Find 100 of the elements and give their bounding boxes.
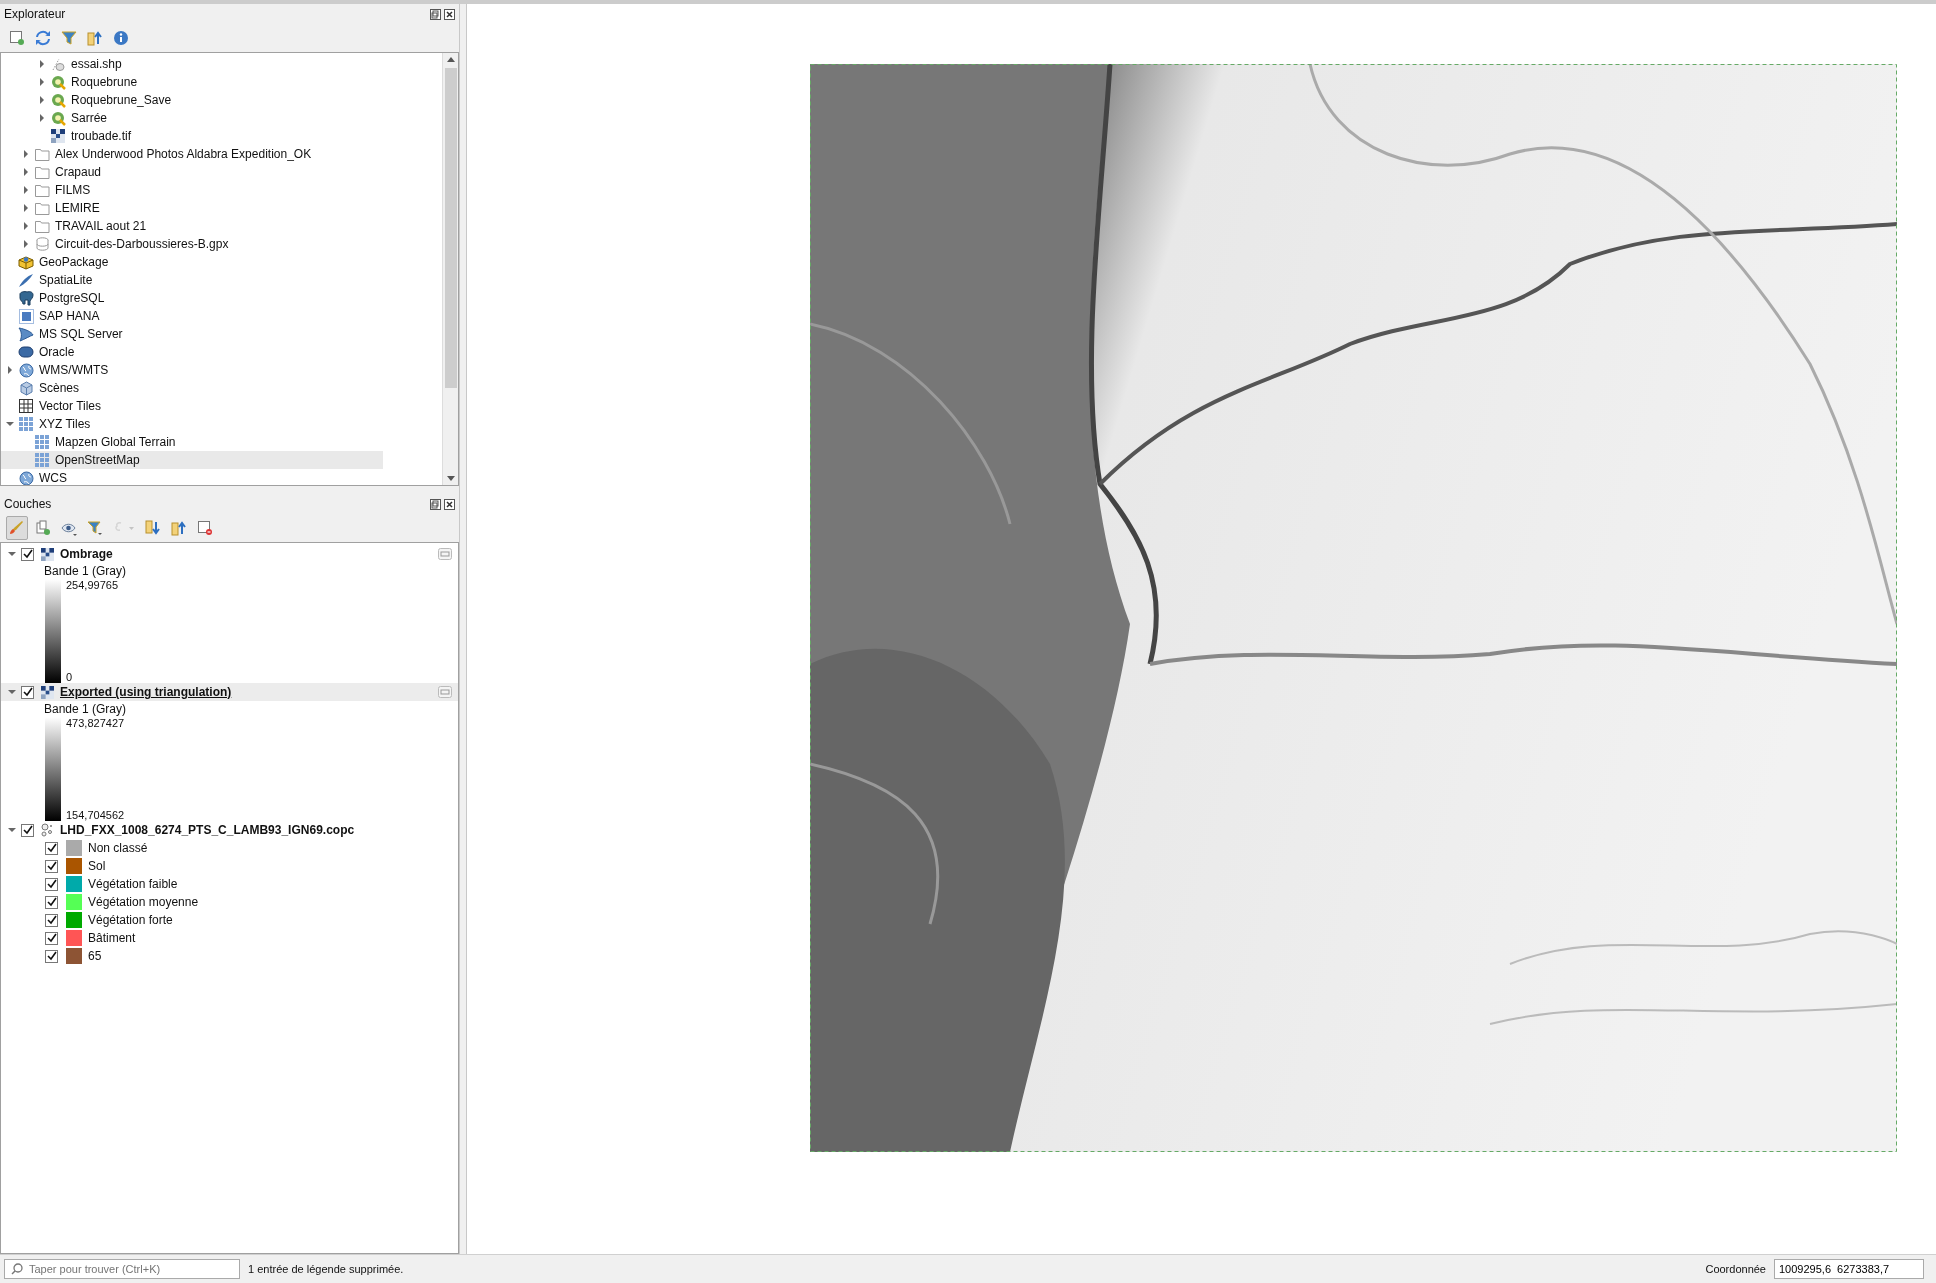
collapsed-arrow-icon[interactable] [22, 186, 30, 194]
layer-checkbox[interactable] [21, 823, 34, 837]
ramp-max-value: 473,827427 [66, 717, 125, 729]
browser-item[interactable]: GeoPackage [1, 253, 383, 271]
folder-icon [34, 147, 50, 161]
browser-item[interactable]: OpenStreetMap [1, 451, 383, 469]
collapsed-arrow-icon[interactable] [22, 222, 30, 230]
panel-title: Explorateur [4, 7, 66, 21]
float-icon[interactable] [430, 8, 441, 20]
close-icon[interactable] [444, 498, 455, 510]
project-icon [50, 92, 66, 108]
browser-item[interactable]: Sarrée [1, 109, 383, 127]
browser-item[interactable]: WCS [1, 469, 383, 485]
scrollbar-thumb[interactable] [444, 68, 457, 388]
browser-item[interactable]: troubade.tif [1, 127, 383, 145]
browser-item[interactable]: Oracle [1, 343, 383, 361]
raster-icon [40, 685, 54, 699]
info-icon [113, 30, 129, 46]
tiles-icon [35, 435, 49, 449]
class-label: Végétation forte [88, 913, 173, 927]
browser-item[interactable]: Roquebrune_Save [1, 91, 383, 109]
layer-checkbox[interactable] [21, 685, 34, 699]
raster-icon [51, 129, 65, 143]
expanded-arrow-icon[interactable] [8, 688, 16, 696]
browser-item[interactable]: MS SQL Server [1, 325, 383, 343]
layer-row[interactable]: Exported (using triangulation) [1, 683, 458, 701]
layer-name: Ombrage [60, 547, 113, 561]
class-label: Sol [88, 859, 106, 873]
collapsed-arrow-icon[interactable] [22, 168, 30, 176]
coordinate-label: Coordonnée [1705, 1263, 1766, 1275]
band-label: Bande 1 (Gray) [43, 701, 128, 717]
scroll-up-icon[interactable] [446, 57, 455, 62]
scrollbar[interactable] [442, 53, 458, 485]
browser-item[interactable]: XYZ Tiles [1, 415, 383, 433]
project-icon [50, 74, 66, 90]
browser-item[interactable]: LEMIRE [1, 199, 383, 217]
collapsed-arrow-icon[interactable] [6, 366, 14, 374]
globe-icon [18, 362, 34, 378]
grid-icon [19, 399, 33, 413]
collapsed-arrow-icon[interactable] [38, 96, 46, 104]
panel-title: Couches [4, 497, 52, 511]
close-icon[interactable] [444, 8, 455, 20]
browser-item[interactable]: Roquebrune [1, 73, 383, 91]
ramp-max-value: 254,99765 [66, 579, 118, 591]
class-checkbox[interactable] [45, 931, 58, 945]
expanded-arrow-icon[interactable] [8, 550, 16, 558]
expanded-arrow-icon[interactable] [8, 826, 16, 834]
browser-item[interactable]: FILMS [1, 181, 383, 199]
class-checkbox[interactable] [45, 841, 58, 855]
collapsed-arrow-icon[interactable] [38, 114, 46, 122]
raster-icon [40, 547, 54, 561]
class-checkbox[interactable] [45, 859, 58, 873]
project-icon [50, 110, 66, 126]
browser-item[interactable]: essai.shp [1, 55, 383, 73]
class-checkbox[interactable] [45, 895, 58, 909]
locator-search-field[interactable]: Taper pour trouver (Ctrl+K) [4, 1259, 240, 1279]
browser-item[interactable]: SAP HANA [1, 307, 383, 325]
browser-item[interactable]: Mapzen Global Terrain [1, 433, 383, 451]
search-icon [11, 1263, 23, 1275]
map-canvas[interactable] [467, 4, 1936, 1254]
browser-item[interactable]: Vector Tiles [1, 397, 383, 415]
ramp-min-value: 154,704562 [66, 809, 125, 821]
browser-item[interactable]: TRAVAIL aout 21 [1, 217, 383, 235]
browser-item[interactable]: Crapaud [1, 163, 383, 181]
collapsed-arrow-icon[interactable] [38, 78, 46, 86]
layer-name: LHD_FXX_1008_6274_PTS_C_LAMB93_IGN69.copc [60, 823, 355, 837]
collapsed-arrow-icon[interactable] [22, 240, 30, 248]
expanded-arrow-icon[interactable] [6, 420, 14, 428]
refresh-icon [35, 30, 51, 46]
scroll-down-icon[interactable] [446, 476, 455, 481]
filter-icon [87, 520, 103, 536]
browser-item[interactable]: Circuit-des-Darboussieres-B.gpx [1, 235, 383, 253]
class-checkbox[interactable] [45, 877, 58, 891]
collapsed-arrow-icon[interactable] [38, 60, 46, 68]
browser-item[interactable]: PostgreSQL [1, 289, 383, 307]
box-icon [18, 254, 34, 270]
browser-item[interactable]: Scènes [1, 379, 383, 397]
new-connection-icon [9, 30, 25, 46]
layer-row[interactable]: LHD_FXX_1008_6274_PTS_C_LAMB93_IGN69.copc [1, 821, 458, 839]
coordinate-field[interactable]: 1009295,6 6273383,7 [1774, 1259, 1924, 1279]
collapsed-arrow-icon[interactable] [22, 150, 30, 158]
folder-icon [34, 201, 50, 215]
folder-icon [34, 219, 50, 233]
database-icon [35, 237, 49, 251]
browser-item[interactable]: SpatiaLite [1, 271, 383, 289]
float-icon[interactable] [430, 498, 441, 510]
class-checkbox[interactable] [45, 913, 58, 927]
layer-row[interactable]: Ombrage [1, 545, 458, 563]
sail-icon [18, 326, 34, 342]
folder-icon [34, 183, 50, 197]
browser-item[interactable]: WMS/WMTS [1, 361, 383, 379]
tiles-icon [35, 453, 49, 467]
browser-item[interactable]: Alex Underwood Photos Aldabra Expedition_OK [1, 145, 383, 163]
collapsed-arrow-icon[interactable] [22, 204, 30, 212]
cube-icon [18, 380, 34, 396]
class-checkbox[interactable] [45, 949, 58, 963]
square-icon [18, 308, 34, 324]
add-group-icon [35, 520, 51, 536]
point-cloud-icon [40, 823, 54, 837]
layer-checkbox[interactable] [21, 547, 34, 561]
